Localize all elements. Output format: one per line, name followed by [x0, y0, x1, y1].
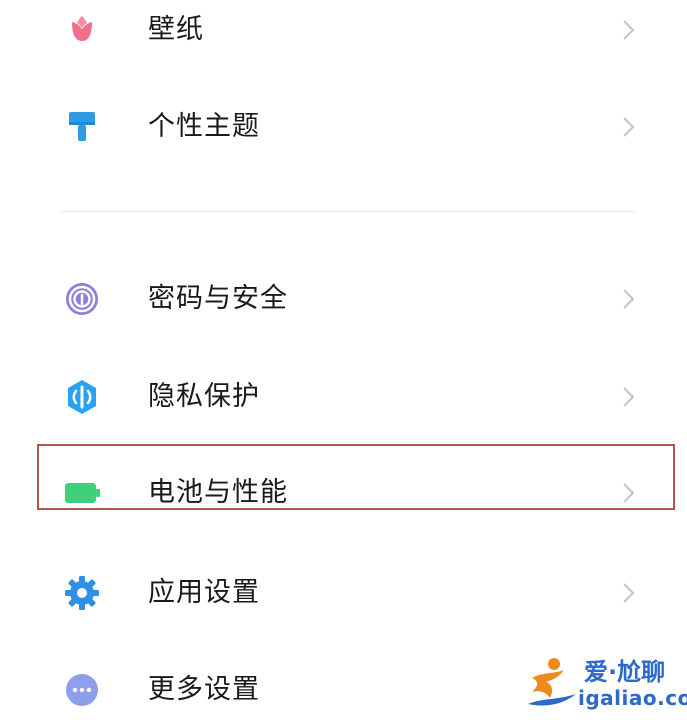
fingerprint-icon [62, 279, 102, 319]
settings-item-theme[interactable]: 个性主题 [0, 87, 687, 167]
chevron-right-icon [614, 285, 642, 313]
privacy-shield-icon [62, 377, 102, 417]
more-dots-icon [62, 670, 102, 710]
watermark-logo-icon [524, 654, 580, 710]
settings-screen: 壁纸 个性主题 密码与安全 隐私保护 电池与性能 应用设置 更多设置 爱·尬聊 … [0, 0, 687, 720]
theme-brush-icon [62, 107, 102, 147]
settings-item-label: 壁纸 [148, 14, 204, 45]
gear-icon [62, 573, 102, 613]
watermark-url: igaliao.com [578, 686, 687, 710]
settings-item-label: 应用设置 [148, 577, 260, 608]
settings-item-label: 密码与安全 [148, 283, 288, 314]
chevron-right-icon [614, 383, 642, 411]
highlight-annotation-box [37, 444, 675, 510]
wallpaper-icon [62, 10, 102, 50]
settings-item-label: 更多设置 [148, 674, 260, 705]
settings-item-label: 隐私保护 [148, 381, 260, 412]
settings-item-password-security[interactable]: 密码与安全 [0, 259, 687, 339]
chevron-right-icon [614, 16, 642, 44]
chevron-right-icon [614, 113, 642, 141]
chevron-right-icon [614, 579, 642, 607]
settings-item-wallpaper[interactable]: 壁纸 [0, 0, 687, 70]
watermark: 爱·尬聊 igaliao.com [520, 650, 687, 712]
settings-item-label: 个性主题 [148, 111, 260, 142]
settings-item-app-settings[interactable]: 应用设置 [0, 553, 687, 633]
section-divider [60, 211, 635, 212]
settings-item-privacy[interactable]: 隐私保护 [0, 357, 687, 437]
watermark-title: 爱·尬聊 [584, 658, 666, 686]
